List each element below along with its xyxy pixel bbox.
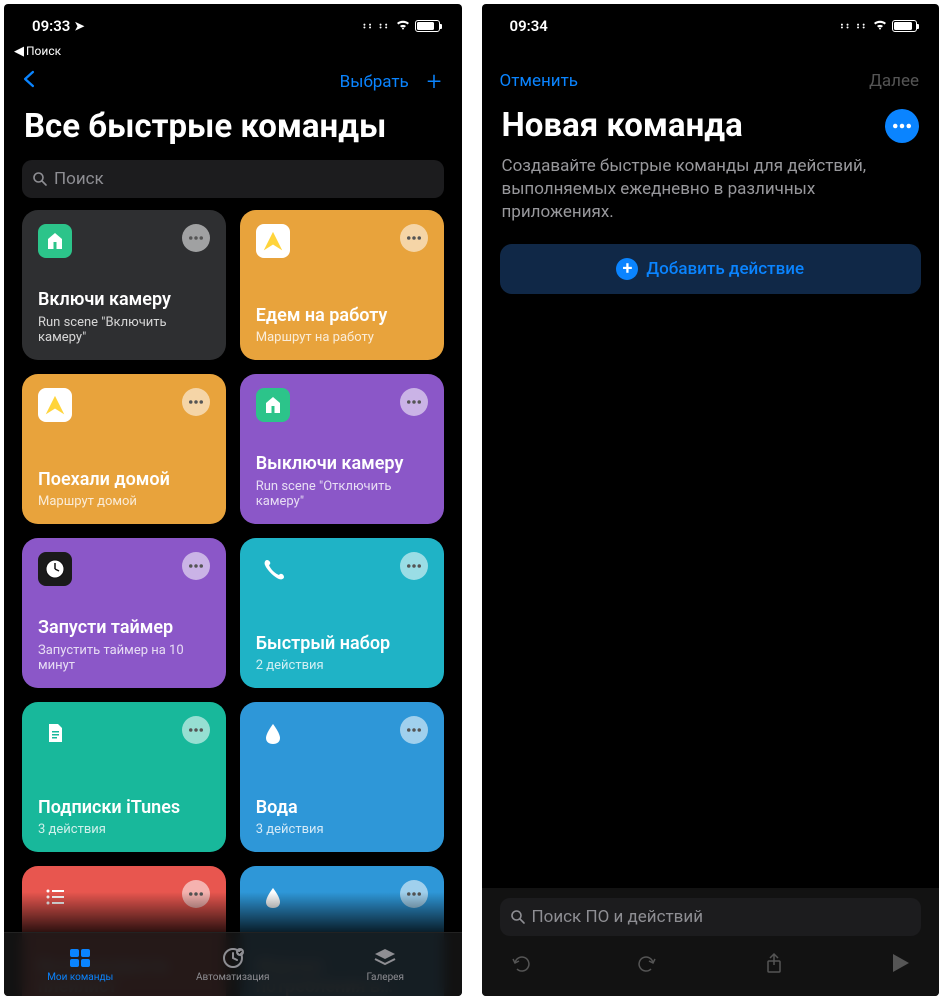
card-subtitle: Run scene "Отключить камеру" — [256, 479, 428, 510]
tab-stack[interactable]: Галерея — [309, 946, 462, 983]
clockbadge-icon — [220, 946, 246, 970]
phone-icon — [256, 552, 290, 586]
card-title: Вода — [256, 798, 428, 819]
card-subtitle: 3 действия — [256, 822, 428, 838]
status-time: 09:33 — [32, 17, 70, 35]
battery-icon — [415, 20, 440, 32]
search-field[interactable]: Поиск — [22, 160, 444, 198]
card-more-button[interactable] — [400, 224, 428, 252]
battery-icon — [892, 20, 917, 32]
shortcut-card[interactable]: Подписки iTunes 3 действия — [22, 702, 226, 852]
navarrow-icon — [256, 224, 290, 258]
mihome-icon — [256, 388, 290, 422]
search-placeholder: Поиск ПО и действий — [532, 907, 704, 927]
location-icon: ➤ — [74, 19, 84, 33]
card-title: Едем на работу — [256, 306, 428, 327]
shortcut-card[interactable]: Едем на работу Маршрут на работу — [240, 210, 444, 360]
card-more-button[interactable] — [400, 552, 428, 580]
drop-icon — [256, 716, 290, 750]
card-subtitle: 2 действия — [256, 658, 428, 674]
card-title: Подписки iTunes — [38, 798, 210, 819]
card-more-button[interactable] — [400, 388, 428, 416]
card-subtitle: Run scene "Включить камеру" — [38, 315, 210, 346]
redo-button[interactable] — [636, 952, 658, 978]
doc-icon — [38, 716, 72, 750]
card-more-button[interactable] — [400, 716, 428, 744]
description: Создавайте быстрые команды для действий,… — [482, 155, 940, 244]
more-button[interactable] — [885, 109, 919, 143]
card-more-button[interactable] — [182, 716, 210, 744]
card-subtitle: Маршрут домой — [38, 494, 210, 510]
select-button[interactable]: Выбрать — [340, 72, 409, 92]
plus-circle-icon: + — [616, 258, 638, 280]
search-actions-field[interactable]: Поиск ПО и действий — [500, 898, 922, 936]
card-more-button[interactable] — [182, 552, 210, 580]
card-subtitle: Маршрут на работу — [256, 330, 428, 346]
shortcut-card[interactable]: Вода 3 действия — [240, 702, 444, 852]
status-bar: 09:34 ᛬᛬᛬᛬ — [482, 4, 940, 48]
shortcuts-grid: Включи камеру Run scene "Включить камеру… — [4, 210, 462, 996]
nav-bar: Отменить Далее — [482, 58, 940, 102]
clock-icon — [38, 552, 72, 586]
wifi-icon — [872, 17, 888, 35]
stack-icon — [372, 946, 398, 970]
next-button[interactable]: Далее — [869, 71, 919, 91]
undo-button[interactable] — [510, 952, 532, 978]
share-button[interactable] — [763, 952, 785, 978]
card-title: Включи камеру — [38, 290, 210, 311]
card-more-button[interactable] — [182, 224, 210, 252]
card-title: Поехали домой — [38, 470, 210, 491]
back-chevron-icon: ◀ — [14, 44, 24, 59]
cancel-button[interactable]: Отменить — [500, 71, 579, 91]
card-title: Быстрый набор — [256, 634, 428, 655]
card-more-button[interactable] — [182, 388, 210, 416]
shortcut-card[interactable]: Быстрый набор 2 действия — [240, 538, 444, 688]
cellular-icon: ᛬᛬᛬᛬ — [361, 20, 388, 33]
back-button[interactable] — [22, 68, 36, 96]
card-title: Выключи камеру — [256, 454, 428, 475]
bottom-toolbar: Поиск ПО и действий — [482, 888, 940, 996]
shortcut-card[interactable]: Включи камеру Run scene "Включить камеру… — [22, 210, 226, 360]
page-title: Все быстрые команды — [4, 103, 462, 156]
wifi-icon — [395, 17, 411, 35]
shortcut-card[interactable]: Запусти таймер Запустить таймер на 10 ми… — [22, 538, 226, 688]
add-button[interactable]: + — [427, 69, 442, 95]
add-action-button[interactable]: + Добавить действие — [500, 244, 922, 294]
grid-icon — [67, 946, 93, 970]
search-icon — [32, 171, 48, 187]
card-subtitle: 3 действия — [38, 822, 210, 838]
shortcut-card[interactable]: Выключи камеру Run scene "Отключить каме… — [240, 374, 444, 524]
mihome-icon — [38, 224, 72, 258]
status-time: 09:34 — [510, 17, 548, 35]
status-bar: 09:33 ➤ ᛬᛬᛬᛬ — [4, 4, 462, 48]
tab-bar: Мои командыАвтоматизацияГалерея — [4, 932, 462, 996]
back-to-app[interactable]: ◀Поиск — [4, 44, 462, 59]
cellular-icon: ᛬᛬᛬᛬ — [839, 20, 866, 33]
search-icon — [510, 909, 526, 925]
shortcut-card[interactable]: Поехали домой Маршрут домой — [22, 374, 226, 524]
page-title: Новая команда — [482, 102, 940, 155]
screen-new-shortcut: 09:34 ᛬᛬᛬᛬ Отменить Далее Новая команда … — [482, 4, 940, 996]
tab-grid[interactable]: Мои команды — [4, 946, 157, 983]
card-title: Запусти таймер — [38, 618, 210, 639]
card-subtitle: Запустить таймер на 10 минут — [38, 643, 210, 674]
tab-clockbadge[interactable]: Автоматизация — [157, 946, 310, 983]
search-placeholder: Поиск — [54, 169, 104, 189]
nav-bar: Выбрать + — [4, 59, 462, 103]
play-button[interactable] — [889, 952, 911, 978]
navarrow-icon — [38, 388, 72, 422]
screen-all-shortcuts: 09:33 ➤ ᛬᛬᛬᛬ ◀Поиск Выбрать + Все быстры… — [4, 4, 462, 996]
